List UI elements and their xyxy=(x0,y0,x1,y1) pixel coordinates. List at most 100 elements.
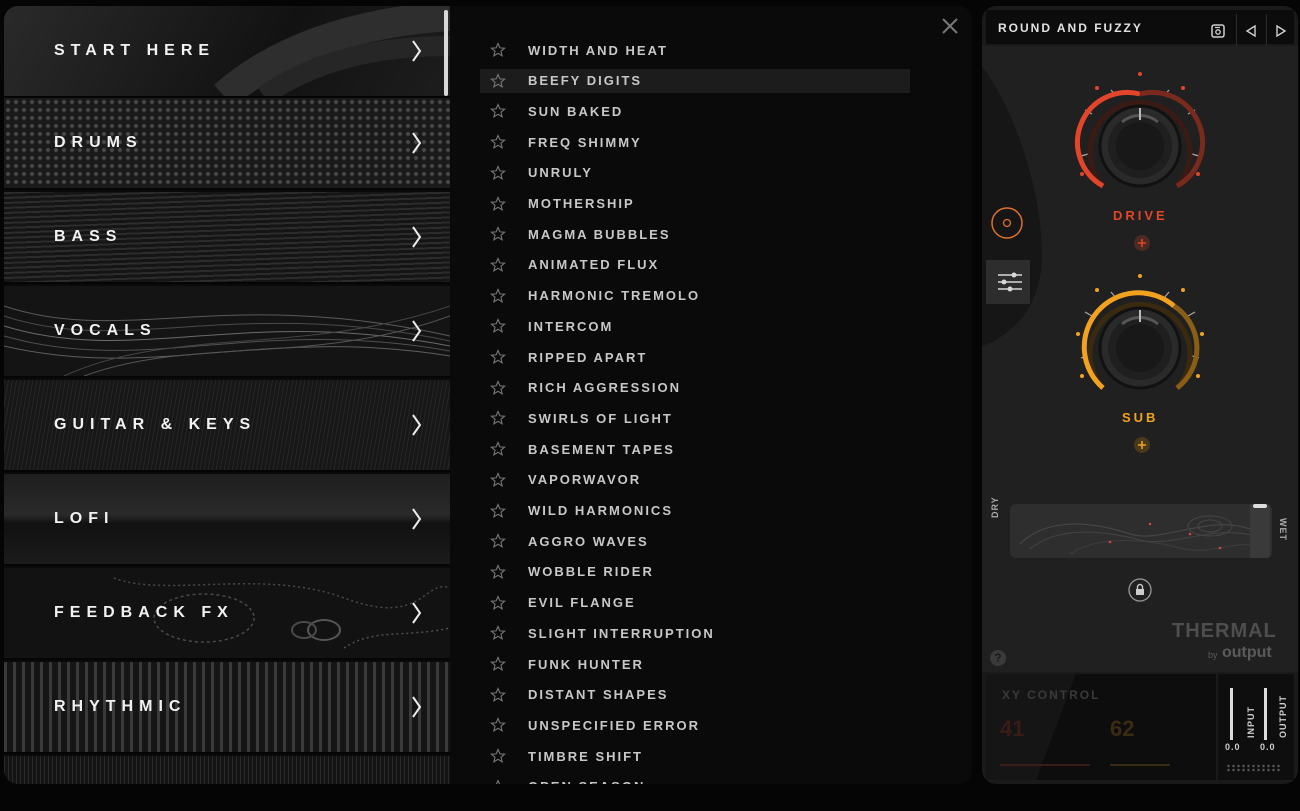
plus-circle-icon xyxy=(1134,437,1150,453)
preset-header: ROUND AND FUZZY xyxy=(986,10,1294,48)
star-icon[interactable] xyxy=(490,42,510,58)
preset-item[interactable]: BEEFY DIGITS xyxy=(480,68,910,93)
chevron-right-icon xyxy=(412,414,422,436)
star-icon[interactable] xyxy=(490,134,510,150)
star-icon[interactable] xyxy=(490,164,510,181)
category-label: VOCALS xyxy=(54,322,157,339)
advanced-view-button[interactable] xyxy=(986,260,1030,304)
star-icon[interactable] xyxy=(490,625,510,641)
preset-item[interactable]: EVIL FLANGE xyxy=(480,591,910,615)
drive-add-button[interactable] xyxy=(1133,234,1151,257)
preset-label: UNSPECIFIED ERROR xyxy=(528,717,700,733)
preset-label: WOBBLE RIDER xyxy=(528,564,654,580)
preset-item[interactable]: HARMONIC TREMOLO xyxy=(480,284,910,308)
preset-label: SUN BAKED xyxy=(528,103,624,119)
star-icon[interactable] xyxy=(490,318,510,334)
output-value: 0.0 xyxy=(1260,742,1276,752)
next-preset-button[interactable] xyxy=(1266,14,1295,48)
dry-wet-slider[interactable] xyxy=(1010,504,1272,558)
preset-item[interactable]: INTERCOM xyxy=(480,314,910,338)
preset-item[interactable]: OPEN SEASON xyxy=(480,775,910,784)
category-scrollbar[interactable] xyxy=(444,10,448,96)
preset-label: FUNK HUNTER xyxy=(528,656,644,672)
star-icon[interactable] xyxy=(490,748,510,764)
drive-knob[interactable] xyxy=(1070,66,1210,206)
star-icon[interactable] xyxy=(490,195,510,212)
category-next-partial[interactable] xyxy=(4,756,450,784)
preset-item[interactable]: MAGMA BUBBLES xyxy=(480,222,910,246)
star-icon[interactable] xyxy=(490,717,510,733)
preset-item[interactable]: MOTHERSHIP xyxy=(480,192,910,216)
star-icon[interactable] xyxy=(490,226,510,242)
help-button[interactable]: ? xyxy=(990,650,1006,666)
category-rhythmic[interactable]: RHYTHMIC xyxy=(4,662,450,754)
star-icon[interactable] xyxy=(490,379,510,396)
xy-control[interactable]: XY CONTROL 41 62 xyxy=(986,674,1216,780)
io-meters: INPUT 0.0 OUTPUT 0.0 xyxy=(1218,674,1294,780)
preset-item[interactable]: SWIRLS OF LIGHT xyxy=(480,406,910,430)
preset-label: HARMONIC TREMOLO xyxy=(528,288,701,304)
star-icon[interactable] xyxy=(490,410,510,426)
brand-name: THERMAL xyxy=(1172,620,1277,642)
save-preset-button[interactable] xyxy=(1204,14,1232,48)
dry-wet-handle[interactable] xyxy=(1250,504,1270,558)
macro-view-button[interactable] xyxy=(990,206,1024,240)
close-button[interactable] xyxy=(940,16,960,36)
preset-item[interactable]: FUNK HUNTER xyxy=(480,652,910,676)
preset-item[interactable]: FREQ SHIMMY xyxy=(480,130,910,154)
preset-item[interactable]: WIDTH AND HEAT xyxy=(480,38,910,62)
chevron-right-icon xyxy=(412,132,422,154)
previous-preset-button[interactable] xyxy=(1236,14,1265,48)
input-value: 0.0 xyxy=(1225,742,1241,752)
chevron-right-icon xyxy=(412,320,422,342)
star-icon[interactable] xyxy=(490,103,510,119)
category-bass[interactable]: BASS xyxy=(4,192,450,284)
preset-browser: START HERE DRUMS BASS VOCALS GUITAR & KE… xyxy=(4,6,972,784)
star-icon[interactable] xyxy=(490,564,510,580)
star-icon[interactable] xyxy=(490,349,510,365)
star-icon[interactable] xyxy=(490,257,510,273)
lock-button[interactable] xyxy=(1128,578,1152,607)
sub-knob[interactable] xyxy=(1070,268,1210,408)
star-icon[interactable] xyxy=(490,287,510,304)
star-icon[interactable] xyxy=(490,656,510,672)
star-icon[interactable] xyxy=(490,778,510,784)
preset-label: DISTANT SHAPES xyxy=(528,687,669,703)
xy-control-label: XY CONTROL xyxy=(1002,688,1101,702)
drive-label: DRIVE xyxy=(1113,208,1168,223)
preset-item[interactable]: ANIMATED FLUX xyxy=(480,253,910,277)
sub-add-button[interactable] xyxy=(1133,436,1151,459)
star-icon[interactable] xyxy=(490,594,510,611)
preset-item[interactable]: RIPPED APART xyxy=(480,345,910,369)
category-guitar-keys[interactable]: GUITAR & KEYS xyxy=(4,380,450,472)
category-drums[interactable]: DRUMS xyxy=(4,98,450,190)
star-icon[interactable] xyxy=(490,533,510,549)
preset-label: AGGRO WAVES xyxy=(528,533,649,549)
star-icon[interactable] xyxy=(490,686,510,703)
category-feedback-fx[interactable]: FEEDBACK FX xyxy=(4,568,450,660)
preset-item[interactable]: VAPORWAVOR xyxy=(480,468,910,492)
preset-item[interactable]: UNRULY xyxy=(480,161,910,185)
preset-item[interactable]: UNSPECIFIED ERROR xyxy=(480,713,910,737)
output-meter[interactable] xyxy=(1264,688,1267,740)
star-icon[interactable] xyxy=(490,471,510,488)
star-icon[interactable] xyxy=(490,441,510,457)
current-preset-name: ROUND AND FUZZY xyxy=(998,21,1143,35)
category-vocals[interactable]: VOCALS xyxy=(4,286,450,378)
preset-item[interactable]: WILD HARMONICS xyxy=(480,499,910,523)
preset-item[interactable]: DISTANT SHAPES xyxy=(480,683,910,707)
preset-item[interactable]: SUN BAKED xyxy=(480,99,910,123)
preset-item[interactable]: RICH AGGRESSION xyxy=(480,376,910,400)
preset-item[interactable]: SLIGHT INTERRUPTION xyxy=(480,621,910,645)
preset-item[interactable]: WOBBLE RIDER xyxy=(480,560,910,584)
preset-item[interactable]: AGGRO WAVES xyxy=(480,529,910,553)
preset-label: OPEN SEASON xyxy=(528,779,645,784)
input-meter[interactable] xyxy=(1230,688,1233,740)
star-icon[interactable] xyxy=(490,72,510,89)
preset-item[interactable]: BASEMENT TAPES xyxy=(480,437,910,461)
wet-label: WET xyxy=(1278,518,1288,541)
category-start-here[interactable]: START HERE xyxy=(4,6,450,98)
category-lofi[interactable]: LOFI xyxy=(4,474,450,566)
preset-item[interactable]: TIMBRE SHIFT xyxy=(480,744,910,768)
star-icon[interactable] xyxy=(490,502,510,519)
